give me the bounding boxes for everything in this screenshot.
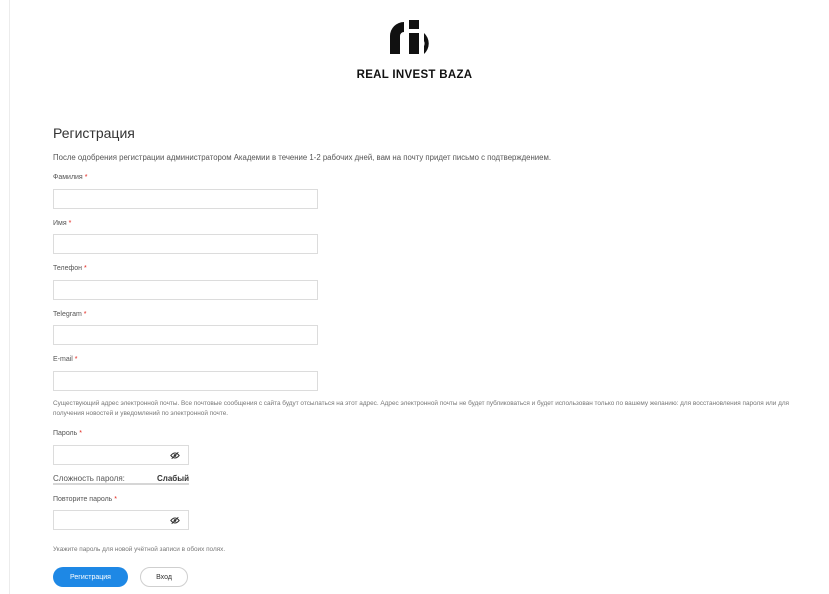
- confirm-password-label: Повторите пароль *: [53, 496, 117, 503]
- first-name-label-text: Имя: [53, 220, 67, 227]
- telegram-label-text: Telegram: [53, 311, 82, 318]
- password-strength-value: Слабый: [157, 474, 189, 483]
- email-description: Существующий адрес электронной почты. Вс…: [53, 400, 790, 417]
- last-name-input[interactable]: [53, 189, 318, 209]
- phone-label: Телефон *: [53, 265, 87, 272]
- eye-icon[interactable]: [170, 451, 180, 460]
- page-left-border: [9, 0, 10, 594]
- first-name-label: Имя *: [53, 220, 71, 227]
- email-input[interactable]: [53, 371, 318, 391]
- password-hint: Укажите пароль для новой учётной записи …: [53, 546, 226, 553]
- password-label: Пароль *: [53, 430, 82, 437]
- login-button[interactable]: Вход: [140, 567, 188, 587]
- required-mark: *: [79, 430, 82, 437]
- phone-label-text: Телефон: [53, 265, 83, 272]
- email-label: E-mail *: [53, 356, 78, 363]
- required-mark: *: [68, 220, 72, 227]
- password-label-text: Пароль: [53, 430, 78, 437]
- required-mark: *: [84, 174, 88, 181]
- telegram-label: Telegram *: [53, 311, 86, 318]
- password-strength-bar: [53, 483, 189, 485]
- register-button[interactable]: Регистрация: [53, 567, 128, 587]
- required-mark: *: [114, 496, 118, 503]
- required-mark: *: [84, 265, 87, 272]
- password-strength-label: Сложность пароля:: [53, 474, 125, 483]
- logo: [0, 14, 829, 61]
- brand-name: REAL INVEST BAZA: [356, 69, 473, 81]
- required-mark: *: [74, 356, 78, 363]
- last-name-label: Фамилия *: [53, 174, 87, 181]
- telegram-input[interactable]: [53, 325, 318, 345]
- last-name-label-text: Фамилия: [53, 174, 83, 181]
- registration-intro: После одобрения регистрации администрато…: [53, 153, 552, 162]
- password-strength: Сложность пароля: Слабый: [53, 474, 189, 483]
- eye-icon[interactable]: [170, 516, 180, 525]
- required-mark: *: [83, 311, 87, 318]
- email-label-text: E-mail: [53, 356, 73, 363]
- riv-logo-icon: [389, 20, 429, 54]
- confirm-password-label-text: Повторите пароль: [53, 496, 113, 503]
- page-title: Регистрация: [53, 125, 135, 141]
- password-field[interactable]: [53, 445, 189, 465]
- confirm-password-field[interactable]: [53, 510, 189, 530]
- first-name-input[interactable]: [53, 234, 318, 254]
- phone-input[interactable]: [53, 280, 318, 300]
